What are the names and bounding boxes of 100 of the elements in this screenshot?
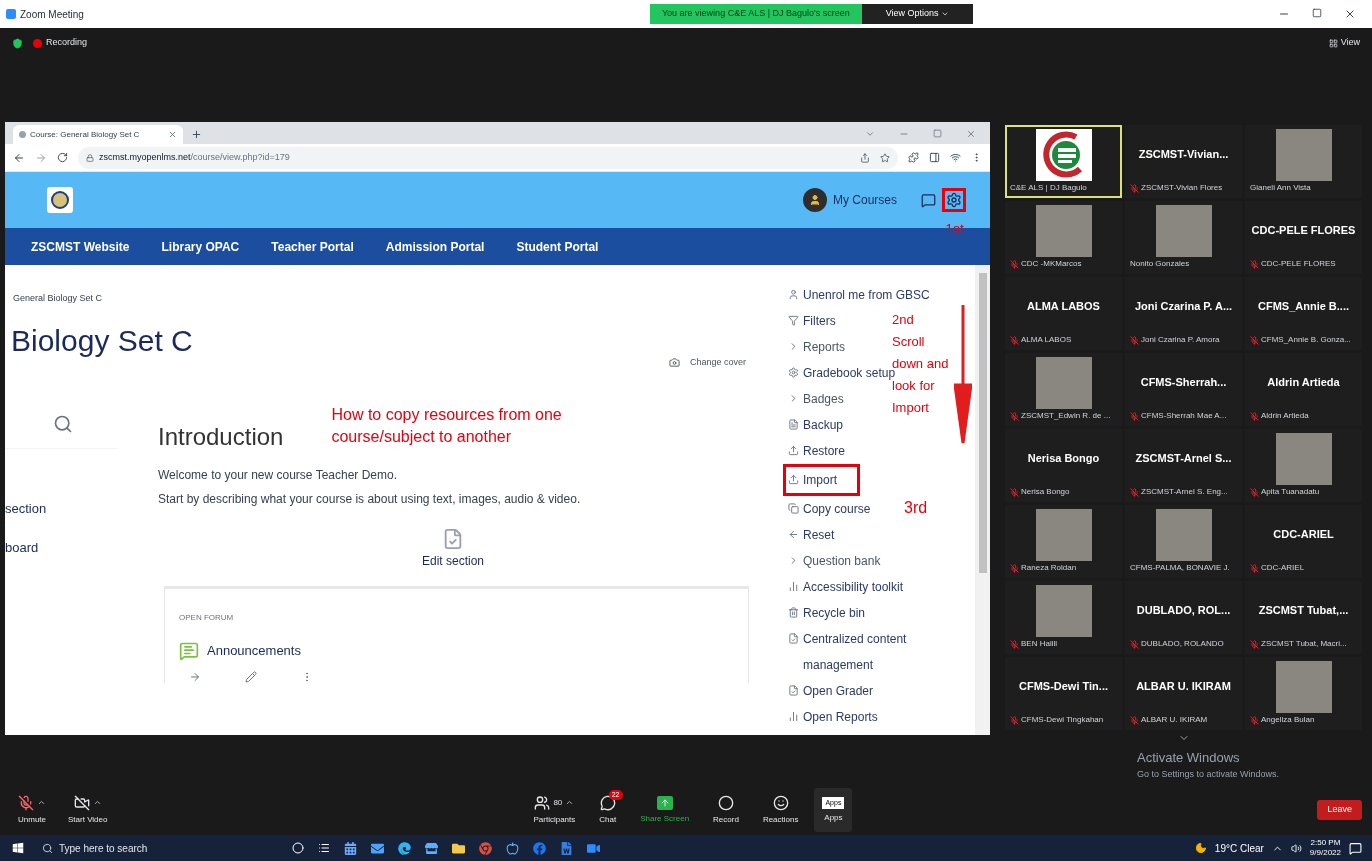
video-tile[interactable]: Raneza Roldan — [1005, 505, 1122, 578]
start-icon[interactable] — [12, 842, 24, 854]
close-icon[interactable] — [1344, 8, 1356, 20]
change-cover-button[interactable]: Change cover — [668, 356, 746, 370]
video-tile[interactable]: Nerisa Bongo Nerisa Bongo — [1005, 429, 1122, 502]
camera-icon — [668, 357, 680, 369]
edit-section-icon[interactable] — [442, 527, 464, 550]
section-text: Start by describing what your course is about using text, images, audio & video. — [158, 490, 582, 508]
video-tile[interactable]: CDC -MKMarcos — [1005, 201, 1122, 274]
video-tile[interactable]: ZSCMST-Vivian... ZSCMST-Vivian Flores — [1125, 125, 1242, 198]
word-icon[interactable] — [560, 841, 573, 855]
course-menu-item[interactable]: Backup — [788, 412, 844, 438]
caret-icon[interactable] — [565, 798, 575, 807]
video-tile[interactable]: Apita Tuanadatu — [1245, 429, 1362, 502]
nav-link[interactable]: ZSCMST Website — [31, 237, 130, 256]
taskbar-search-field[interactable]: Type here to search — [59, 840, 209, 856]
browser-tab[interactable]: Course: General Biology Set C — [13, 125, 183, 144]
nav-link[interactable]: Admission Portal — [385, 237, 485, 256]
course-menu-item[interactable]: Accessibility toolkit — [788, 574, 904, 600]
video-tile[interactable]: Aldrin Artieda Aldrin Artieda — [1245, 353, 1362, 426]
course-menu-item[interactable]: Question bank — [788, 548, 881, 574]
nav-link[interactable]: Teacher Portal — [271, 237, 354, 256]
chrome-icon[interactable] — [479, 841, 492, 855]
video-tile[interactable]: CFMS-Sherrah... CFMS-Sherrah Mae A... — [1125, 353, 1242, 426]
sidebar-link[interactable]: section — [5, 498, 158, 518]
video-tile[interactable]: Nonito Gonzales — [1125, 201, 1242, 274]
reload-icon[interactable] — [57, 152, 68, 163]
sidebar-link[interactable]: board — [5, 538, 158, 558]
toolbar-button[interactable]: Share Screen — [632, 788, 698, 832]
video-tile[interactable]: CFMS-PALMA, BONAVIE J. — [1125, 505, 1242, 578]
view-options-button[interactable]: View Options — [861, 4, 973, 24]
toolbar-button[interactable]: Unmute — [10, 788, 54, 832]
caret-icon[interactable] — [37, 798, 46, 807]
course-menu-item[interactable]: Recycle bin — [788, 600, 866, 626]
toolbar-button[interactable]: Start Video — [60, 788, 116, 832]
video-tile[interactable]: ALMA LABOS ALMA LABOS — [1005, 277, 1122, 350]
course-menu-item[interactable]: Copy course — [788, 496, 871, 522]
leave-button[interactable]: Leave — [1317, 800, 1362, 820]
video-tile[interactable]: Joni Czarina P. A... Joni Czarina P. Amora — [1125, 277, 1242, 350]
video-tile[interactable]: CFMS-Dewi Tin... CFMS-Dewi Tingkahan — [1005, 657, 1122, 730]
participant-name: Aldrin Artieda — [1261, 410, 1309, 422]
edit-icon[interactable] — [245, 670, 257, 683]
nav-link[interactable]: Student Portal — [516, 237, 599, 256]
folder-icon[interactable] — [452, 841, 465, 855]
video-tile[interactable]: ZSCMST_Edwin R. de ... — [1005, 353, 1122, 426]
settings-button[interactable] — [942, 188, 966, 212]
video-tile[interactable]: DUBLADO, ROL... DUBLADO, ROLANDO — [1125, 581, 1242, 654]
activity-link[interactable]: Announcements — [207, 640, 301, 661]
course-menu-item[interactable]: Unenrol me from GBSC — [788, 282, 930, 308]
video-tile[interactable]: Angeliza Bulan — [1245, 657, 1362, 730]
toolbar-button[interactable]: 80 Participants — [525, 788, 584, 832]
app-icon[interactable] — [506, 841, 519, 855]
bookmark-star-icon[interactable] — [880, 152, 890, 163]
address-bar[interactable]: zscmst.myopenlms.net/course/view.php?id=179 — [78, 146, 898, 169]
course-menu-item[interactable]: Open Grader — [788, 678, 874, 704]
course-menu-item[interactable]: Open Reports — [788, 704, 878, 730]
video-tile[interactable]: ZSCMST Tubat,... ZSCMST Tubat, Macri... — [1245, 581, 1362, 654]
video-tile[interactable]: CDC-PELE FLORES CDC-PELE FLORES — [1245, 201, 1362, 274]
side-panel-icon[interactable] — [929, 152, 940, 163]
toolbar-button[interactable]: Reactions — [754, 788, 807, 832]
course-menu-item[interactable]: Filters — [788, 308, 836, 334]
video-tile[interactable]: ALBAR U. IKIRAM ALBAR U. IKIRAM — [1125, 657, 1242, 730]
messages-icon[interactable] — [921, 192, 936, 208]
video-camera-icon[interactable] — [587, 841, 600, 855]
user-avatar-icon — [803, 188, 827, 212]
video-tile[interactable]: CFMS_Annie B.... CFMS_Annie B. Gonza... — [1245, 277, 1362, 350]
browser-icon[interactable] — [398, 841, 411, 855]
volume-icon[interactable] — [1290, 842, 1302, 854]
section-text: Welcome to your new course Teacher Demo. — [158, 466, 398, 484]
task-view-icon[interactable] — [318, 842, 330, 854]
course-menu-item[interactable]: Import — [783, 464, 860, 496]
course-menu-item[interactable]: Reports — [788, 334, 846, 360]
video-tile[interactable]: Gianeli Ann Vista — [1245, 125, 1362, 198]
course-menu-item[interactable]: Centralized content management — [788, 626, 963, 678]
mail-icon[interactable] — [371, 841, 384, 855]
close-tab-icon[interactable] — [168, 130, 177, 139]
share-icon[interactable] — [860, 152, 870, 163]
course-menu-item[interactable]: Restore — [788, 438, 846, 464]
caret-icon[interactable] — [92, 798, 102, 807]
cortana-icon[interactable] — [292, 842, 304, 854]
video-tile[interactable]: BEN Halili — [1005, 581, 1122, 654]
app-icon[interactable] — [344, 841, 357, 855]
toolbar-button[interactable]: Record — [705, 788, 747, 832]
video-tile[interactable]: ZSCMST-Arnel S... ZSCMST-Arnel S. Eng... — [1125, 429, 1242, 502]
view-button[interactable]: View — [1328, 36, 1360, 50]
video-tile[interactable]: CDC-ARIEL CDC-ARIEL — [1245, 505, 1362, 578]
facebook-icon[interactable] — [533, 841, 546, 855]
extensions-icon[interactable] — [908, 152, 919, 163]
search-icon[interactable] — [53, 413, 73, 434]
nav-link[interactable]: Library OPAC — [161, 237, 240, 256]
notifications-icon[interactable] — [1349, 841, 1362, 855]
course-menu-item[interactable]: Reset — [788, 522, 835, 548]
new-tab-icon[interactable] — [191, 129, 202, 140]
edit-section-link[interactable]: Edit section — [421, 551, 484, 570]
back-icon[interactable] — [13, 151, 25, 164]
restore-icon[interactable] — [1312, 8, 1322, 18]
video-tile[interactable]: C&E ALS | DJ Bagulo — [1005, 125, 1122, 198]
store-icon[interactable] — [425, 841, 438, 855]
my-courses-link[interactable]: My Courses — [833, 191, 897, 209]
course-menu-item[interactable]: Badges — [788, 386, 844, 412]
